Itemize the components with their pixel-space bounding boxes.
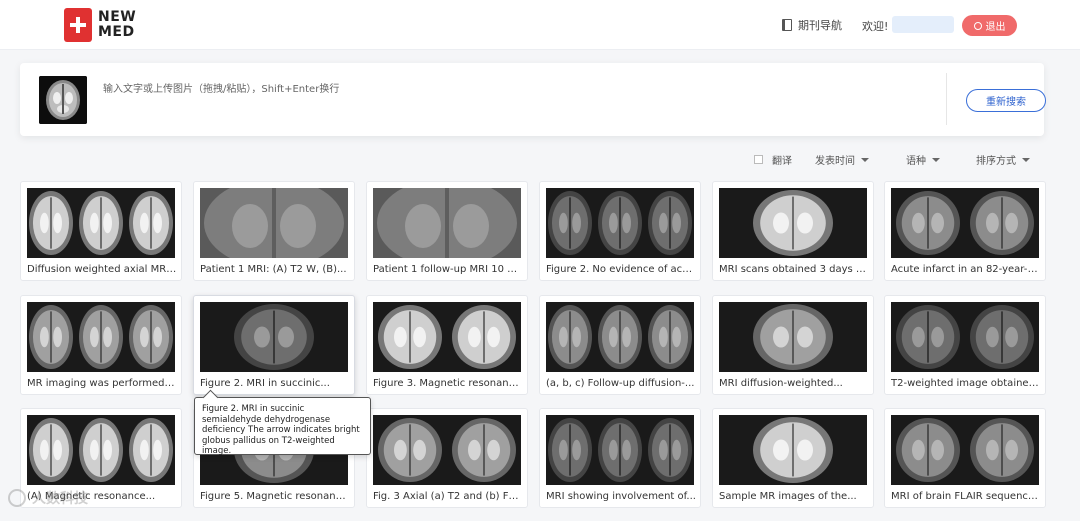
result-image[interactable] <box>546 302 694 372</box>
caption-tooltip: Figure 2. MRI in succinic semialdehyde d… <box>194 397 371 456</box>
result-caption: Figure 3. Magnetic resonance... <box>373 378 523 389</box>
result-caption: Patient 1 follow-up MRI 10 da... <box>373 264 523 275</box>
logo-line2: MED <box>98 24 135 40</box>
cross-logo-icon <box>64 8 92 42</box>
result-image[interactable] <box>891 302 1039 372</box>
watermark-logo-icon <box>8 489 26 507</box>
result-image[interactable] <box>546 188 694 258</box>
result-card[interactable]: Fig. 3 Axial (a) T2 and (b) FLAI... <box>366 408 528 508</box>
result-image[interactable] <box>719 415 867 485</box>
logo-line1: NEW <box>98 9 137 25</box>
result-image[interactable] <box>27 415 175 485</box>
result-caption: MRI scans obtained 3 days aft... <box>719 264 869 275</box>
result-caption: Acute infarct in an 82-year-ol... <box>891 264 1041 275</box>
result-card[interactable]: MRI of brain FLAIR sequence... <box>884 408 1046 508</box>
result-card[interactable]: Diffusion weighted axial MRI... <box>20 181 182 281</box>
journal-nav-label: 期刊导航 <box>798 19 842 32</box>
caret-down-icon <box>861 157 869 162</box>
result-caption: Sample MR images of the... <box>719 491 857 502</box>
result-image[interactable] <box>27 188 175 258</box>
translate-toggle[interactable]: 翻译 <box>754 152 792 167</box>
translate-checkbox[interactable] <box>754 155 763 164</box>
result-image[interactable] <box>27 302 175 372</box>
watermark-text: 人数科技 <box>32 491 88 507</box>
result-image[interactable] <box>891 188 1039 258</box>
result-caption: MRI showing involvement of... <box>546 491 696 502</box>
result-caption: Patient 1 MRI: (A) T2 W, (B)... <box>200 264 347 275</box>
username-redacted <box>892 16 954 33</box>
result-card[interactable]: Patient 1 follow-up MRI 10 da... <box>366 181 528 281</box>
sort-dropdown[interactable]: 排序方式 <box>976 152 1030 167</box>
result-card[interactable]: MRI showing involvement of... <box>539 408 701 508</box>
result-caption: Diffusion weighted axial MRI... <box>27 264 177 275</box>
search-panel: 输入文字或上传图片（拖拽/粘贴），Shift+Enter换行 重新搜索 <box>20 63 1046 136</box>
divider <box>946 73 947 125</box>
logo[interactable]: NEW MED <box>64 8 136 42</box>
research-button[interactable]: 重新搜索 <box>966 89 1046 112</box>
result-image[interactable] <box>200 302 348 372</box>
result-card[interactable]: Figure 2. No evidence of acut... <box>539 181 701 281</box>
result-caption: T2-weighted image obtained ... <box>891 378 1041 389</box>
publish-time-label: 发表时间 <box>815 156 855 167</box>
result-caption: Figure 5. Magnetic resonance... <box>200 491 350 502</box>
result-image[interactable] <box>546 415 694 485</box>
result-card[interactable]: Acute infarct in an 82-year-ol... <box>884 181 1046 281</box>
result-caption: MR imaging was performed at... <box>27 378 177 389</box>
translate-label: 翻译 <box>772 156 792 167</box>
uploaded-image-thumbnail[interactable] <box>39 76 87 124</box>
book-icon <box>782 19 792 31</box>
result-image[interactable] <box>373 415 521 485</box>
result-image[interactable] <box>719 188 867 258</box>
sort-label: 排序方式 <box>976 156 1016 167</box>
result-image[interactable] <box>891 415 1039 485</box>
result-card[interactable]: MRI diffusion-weighted... <box>712 295 874 395</box>
caret-down-icon <box>932 157 940 162</box>
result-card[interactable]: Figure 2. MRI in succinic... <box>193 295 355 395</box>
result-caption: MRI diffusion-weighted... <box>719 378 843 389</box>
caret-down-icon <box>1022 157 1030 162</box>
publish-time-dropdown[interactable]: 发表时间 <box>815 152 869 167</box>
result-card[interactable]: Sample MR images of the... <box>712 408 874 508</box>
language-label: 语种 <box>906 156 926 167</box>
filter-bar: 翻译 发表时间 语种 排序方式 <box>0 152 1080 167</box>
result-card[interactable]: Patient 1 MRI: (A) T2 W, (B)... <box>193 181 355 281</box>
result-image[interactable] <box>719 302 867 372</box>
journal-nav-link[interactable]: 期刊导航 <box>782 17 842 33</box>
result-caption: MRI of brain FLAIR sequence... <box>891 491 1041 502</box>
result-card[interactable]: MRI scans obtained 3 days aft... <box>712 181 874 281</box>
result-card[interactable]: MR imaging was performed at... <box>20 295 182 395</box>
search-input[interactable]: 输入文字或上传图片（拖拽/粘贴），Shift+Enter换行 <box>103 80 339 95</box>
power-icon <box>973 21 982 30</box>
logout-button[interactable]: 退出 <box>962 15 1017 36</box>
result-card[interactable]: (a, b, c) Follow-up diffusion-... <box>539 295 701 395</box>
logout-label: 退出 <box>985 22 1006 33</box>
result-caption: Figure 2. MRI in succinic... <box>200 378 330 389</box>
result-caption: Figure 2. No evidence of acut... <box>546 264 696 275</box>
language-dropdown[interactable]: 语种 <box>906 152 940 167</box>
result-image[interactable] <box>373 302 521 372</box>
top-header: NEW MED 期刊导航 欢迎! 退出 <box>0 0 1080 50</box>
result-card[interactable]: Figure 3. Magnetic resonance... <box>366 295 528 395</box>
result-card[interactable]: T2-weighted image obtained ... <box>884 295 1046 395</box>
welcome-text: 欢迎! <box>862 20 889 33</box>
watermark: 人数科技 <box>8 488 88 508</box>
result-image[interactable] <box>373 188 521 258</box>
result-caption: (a, b, c) Follow-up diffusion-... <box>546 378 695 389</box>
result-image[interactable] <box>200 188 348 258</box>
result-caption: Fig. 3 Axial (a) T2 and (b) FLAI... <box>373 491 523 502</box>
